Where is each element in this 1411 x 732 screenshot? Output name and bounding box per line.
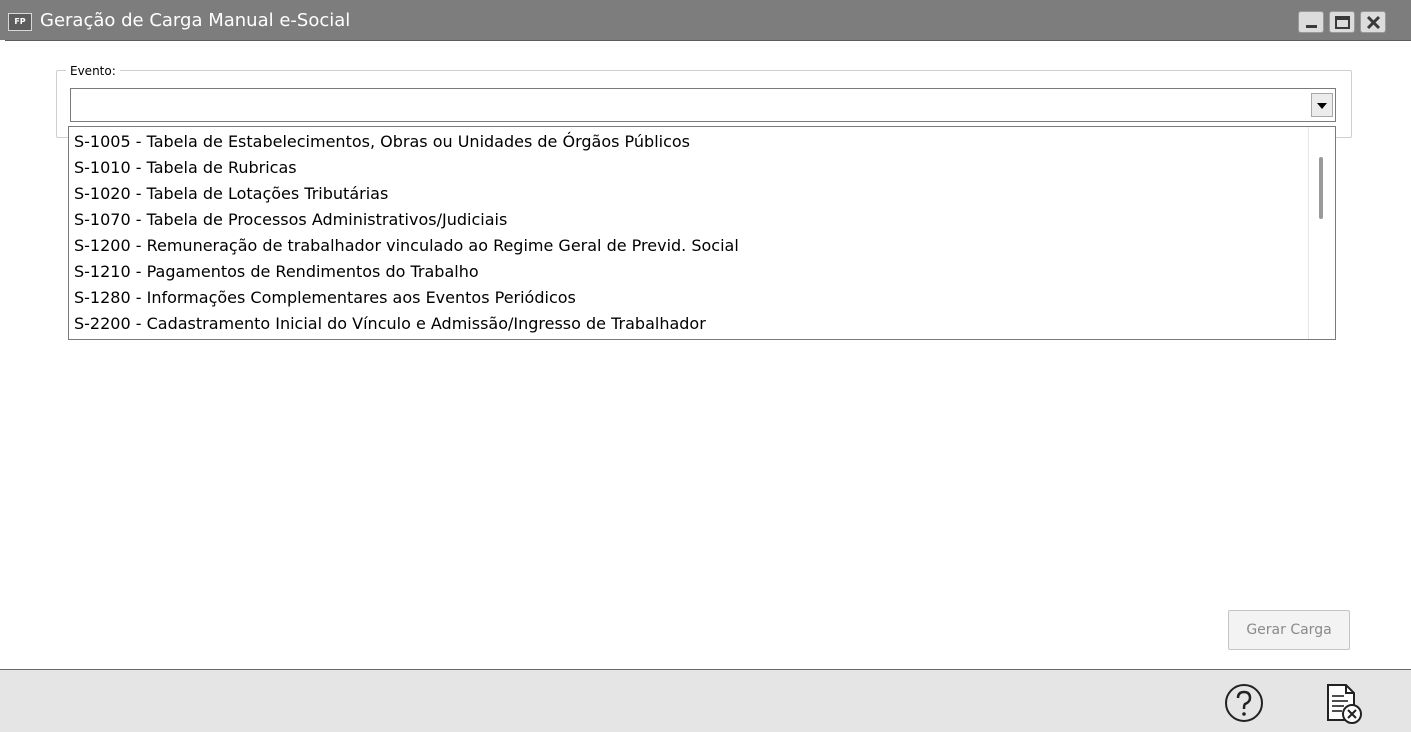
window-title: Geração de Carga Manual e-Social xyxy=(40,10,351,31)
combobox-dropdown-button[interactable] xyxy=(1311,93,1333,117)
gerar-carga-button[interactable]: Gerar Carga xyxy=(1228,610,1350,650)
footer-bar xyxy=(0,669,1411,732)
minimize-button[interactable] xyxy=(1298,11,1324,33)
minimize-icon xyxy=(1306,25,1317,28)
close-button[interactable] xyxy=(1360,11,1386,33)
evento-label: Evento: xyxy=(66,64,120,78)
list-item[interactable]: S-1005 - Tabela de Estabelecimentos, Obr… xyxy=(74,129,690,155)
main-window: FP Geração de Carga Manual e-Social Even… xyxy=(0,0,1411,732)
list-item[interactable]: S-1210 - Pagamentos de Rendimentos do Tr… xyxy=(74,259,479,285)
list-item[interactable]: S-1200 - Remuneração de trabalhador vinc… xyxy=(74,233,739,259)
list-item[interactable]: S-1010 - Tabela de Rubricas xyxy=(74,155,297,181)
list-item[interactable]: S-1280 - Informações Complementares aos … xyxy=(74,285,576,311)
window-left-border xyxy=(0,40,5,731)
list-item[interactable]: S-1070 - Tabela de Processos Administrat… xyxy=(74,207,507,233)
dropdown-scrollbar[interactable] xyxy=(1308,127,1335,339)
document-close-icon[interactable] xyxy=(1322,682,1364,726)
maximize-icon xyxy=(1335,16,1350,29)
scrollbar-thumb[interactable] xyxy=(1319,157,1323,219)
evento-dropdown-list[interactable]: S-1005 - Tabela de Estabelecimentos, Obr… xyxy=(68,126,1336,340)
app-icon: FP xyxy=(8,13,32,31)
list-item[interactable]: S-1020 - Tabela de Lotações Tributárias xyxy=(74,181,388,207)
close-icon xyxy=(1366,15,1381,30)
evento-combobox[interactable] xyxy=(70,88,1336,122)
list-item[interactable]: S-2200 - Cadastramento Inicial do Víncul… xyxy=(74,311,706,337)
maximize-button[interactable] xyxy=(1329,11,1355,33)
help-circle-icon[interactable] xyxy=(1224,683,1264,723)
chevron-down-icon xyxy=(1317,103,1327,109)
title-bar[interactable]: FP Geração de Carga Manual e-Social xyxy=(0,0,1411,41)
